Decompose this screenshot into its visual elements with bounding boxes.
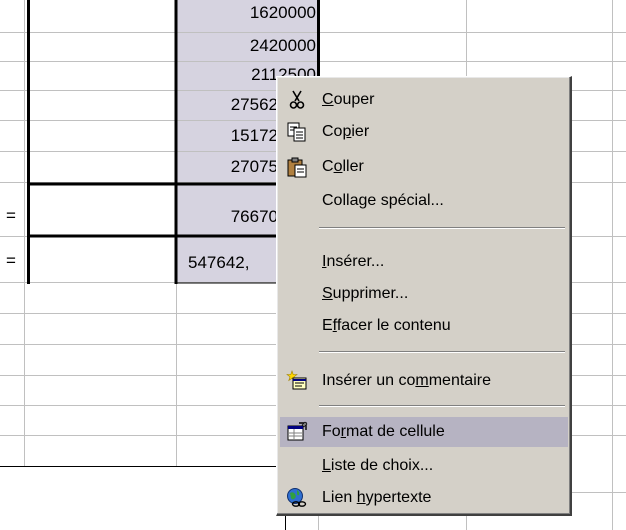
- context-menu: Couper Copier Coller Collage spécial... …: [276, 76, 572, 516]
- cell-value[interactable]: 2420000: [182, 36, 316, 56]
- menu-item-label: Insérer...: [322, 253, 385, 270]
- menu-item-effacer-contenu[interactable]: Effacer le contenu: [280, 311, 568, 341]
- cell-value[interactable]: 547642,: [188, 253, 278, 273]
- menu-item-supprimer[interactable]: Supprimer...: [280, 279, 568, 309]
- menu-item-inserer[interactable]: Insérer...: [280, 247, 568, 277]
- cell-value[interactable]: 1620000: [182, 3, 316, 23]
- menu-item-liste-choix[interactable]: Liste de choix...: [280, 451, 568, 481]
- menu-separator: [319, 405, 565, 407]
- comment-icon: [286, 370, 307, 390]
- menu-separator: [319, 351, 565, 353]
- scissors-icon: [289, 90, 305, 109]
- menu-item-coller[interactable]: Coller: [280, 152, 568, 182]
- menu-item-label: Supprimer...: [322, 285, 409, 302]
- cell-value[interactable]: 27075: [182, 157, 278, 177]
- menu-item-format-cellule[interactable]: Format de cellule: [280, 417, 568, 447]
- menu-item-label: Effacer le contenu: [322, 317, 451, 334]
- menu-separator: [319, 227, 565, 229]
- menu-item-label: Copier: [322, 123, 370, 140]
- cell-value[interactable]: 76670: [182, 207, 278, 227]
- cell-value[interactable]: 27562: [182, 95, 278, 115]
- cell-equals[interactable]: =: [6, 206, 16, 226]
- menu-item-label: Format de cellule: [322, 423, 445, 440]
- menu-item-inserer-commentaire[interactable]: Insérer un commentaire: [280, 366, 568, 396]
- menu-item-couper[interactable]: Couper: [280, 85, 568, 115]
- menu-item-label: Coller: [322, 158, 364, 175]
- menu-item-label: Liste de choix...: [322, 457, 434, 474]
- menu-item-label: Collage spécial...: [322, 192, 444, 209]
- hyperlink-icon: [287, 488, 307, 507]
- menu-item-copier[interactable]: Copier: [280, 117, 568, 147]
- menu-item-lien-hypertexte[interactable]: Lien hypertexte: [280, 483, 568, 513]
- menu-item-label: Lien hypertexte: [322, 489, 432, 506]
- copy-icon: [287, 122, 306, 142]
- cell-equals[interactable]: =: [6, 251, 16, 271]
- menu-item-label: Insérer un commentaire: [322, 372, 491, 389]
- cell-value[interactable]: 15172: [182, 126, 278, 146]
- paste-icon: [287, 157, 307, 178]
- format-cell-icon: [287, 421, 308, 441]
- menu-item-label: Couper: [322, 91, 375, 108]
- menu-item-collage-special[interactable]: Collage spécial...: [280, 186, 568, 216]
